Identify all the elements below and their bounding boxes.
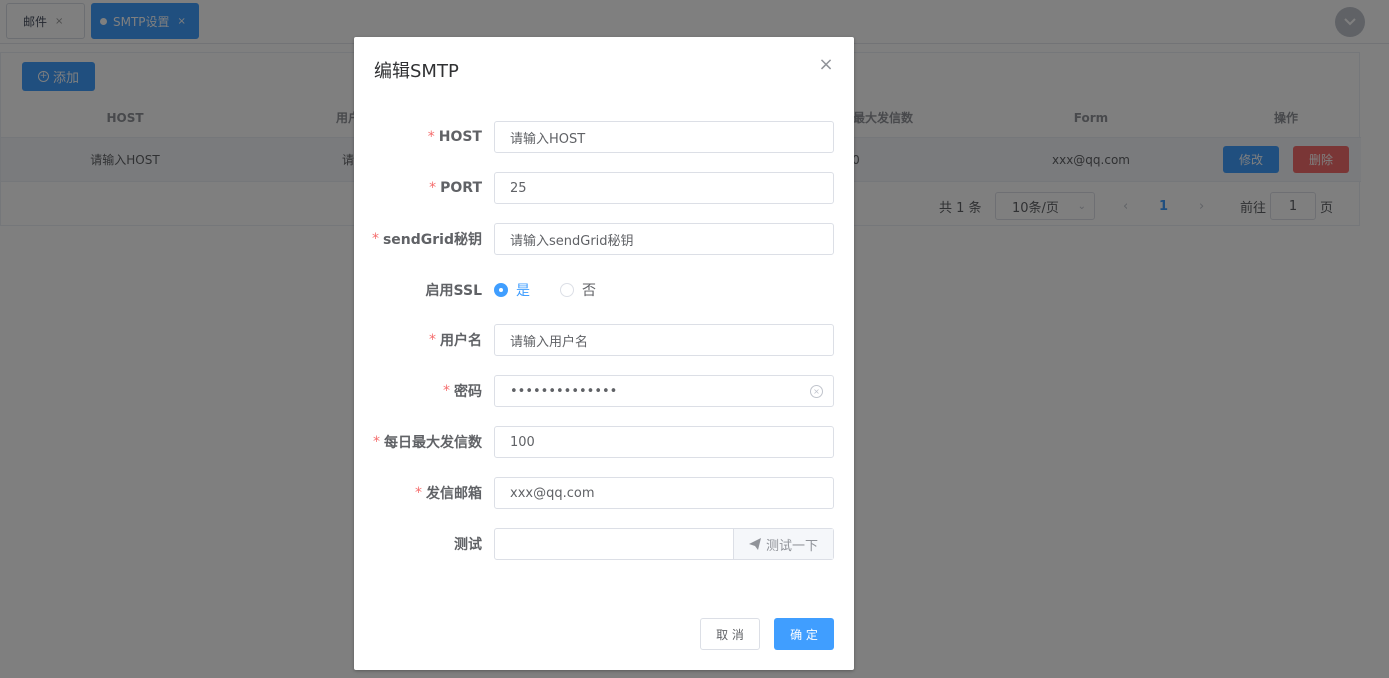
field-label: * sendGrid秘钥 bbox=[371, 231, 482, 248]
field-label: * PORT bbox=[429, 180, 482, 196]
form-row-host: * HOST 请输入HOST bbox=[354, 121, 854, 153]
password-value: •••••••••••••• bbox=[510, 383, 618, 399]
field-label: * 密码 bbox=[443, 383, 482, 400]
field-label: 启用SSL bbox=[425, 283, 482, 299]
field-label: * 每日最大发信数 bbox=[373, 434, 482, 451]
form-row-sendgrid: * sendGrid秘钥 请输入sendGrid秘钥 bbox=[354, 223, 854, 255]
field-label: * 用户名 bbox=[429, 332, 482, 349]
test-input-group: 测试一下 bbox=[494, 528, 834, 560]
form-row-password: * 密码 •••••••••••••• × bbox=[354, 375, 854, 407]
form-row-daily-max: * 每日最大发信数 100 bbox=[354, 426, 854, 458]
radio-checked-icon bbox=[494, 283, 508, 297]
port-input[interactable]: 25 bbox=[494, 172, 834, 204]
field-label: 测试 bbox=[454, 537, 482, 553]
radio-unchecked-icon bbox=[560, 283, 574, 297]
ssl-radio-no[interactable]: 否 bbox=[560, 280, 596, 300]
form-row-sender: * 发信邮箱 xxx@qq.com bbox=[354, 477, 854, 509]
daily-max-input[interactable]: 100 bbox=[494, 426, 834, 458]
ssl-radio-yes[interactable]: 是 bbox=[494, 280, 530, 300]
send-icon bbox=[748, 538, 761, 550]
form-row-username: * 用户名 请输入用户名 bbox=[354, 324, 854, 356]
sender-email-input[interactable]: xxx@qq.com bbox=[494, 477, 834, 509]
sendgrid-key-input[interactable]: 请输入sendGrid秘钥 bbox=[494, 223, 834, 255]
ssl-radio-group: 是 否 bbox=[494, 274, 618, 306]
username-input[interactable]: 请输入用户名 bbox=[494, 324, 834, 356]
radio-label: 是 bbox=[516, 283, 530, 299]
dialog-title: 编辑SMTP bbox=[374, 61, 459, 82]
password-input[interactable]: •••••••••••••• × bbox=[494, 375, 834, 407]
field-label: * HOST bbox=[427, 129, 482, 145]
cancel-button[interactable]: 取 消 bbox=[700, 618, 760, 650]
host-input[interactable]: 请输入HOST bbox=[494, 121, 834, 153]
form-row-test: 测试 测试一下 bbox=[354, 528, 854, 560]
clear-icon[interactable]: × bbox=[810, 385, 823, 398]
confirm-button[interactable]: 确 定 bbox=[774, 618, 834, 650]
close-icon[interactable]: × bbox=[818, 56, 834, 74]
form-row-port: * PORT 25 bbox=[354, 172, 854, 204]
field-label: * 发信邮箱 bbox=[415, 485, 482, 502]
radio-label: 否 bbox=[582, 283, 596, 299]
form-row-ssl: 启用SSL 是 否 bbox=[354, 274, 854, 306]
test-button-label: 测试一下 bbox=[765, 538, 818, 554]
edit-smtp-dialog: 编辑SMTP × * HOST 请输入HOST * PORT 25 * sendGri… bbox=[354, 37, 854, 670]
test-button[interactable]: 测试一下 bbox=[733, 529, 833, 559]
